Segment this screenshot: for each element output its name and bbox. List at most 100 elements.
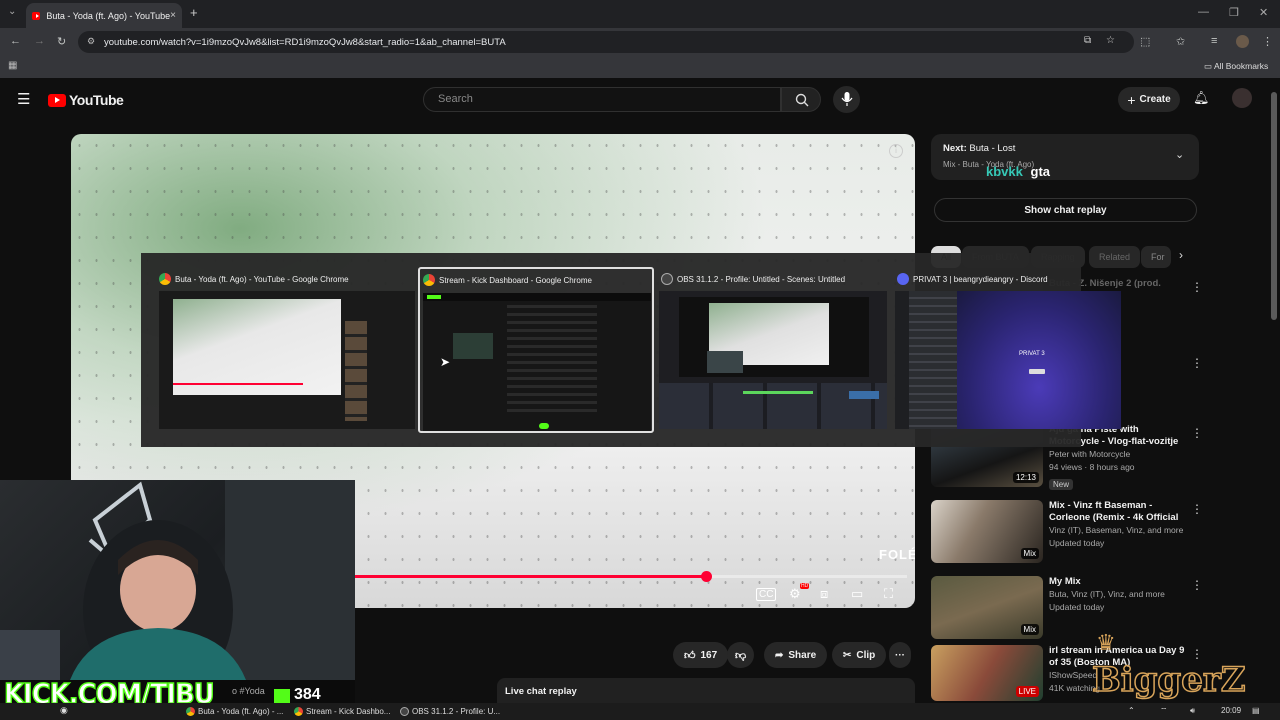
tab-close-icon[interactable]: × <box>170 10 176 21</box>
discord-taskbar-icon[interactable]: ◉ <box>60 705 68 716</box>
youtube-logo[interactable]: YouTube <box>48 92 124 108</box>
notifications-bell-icon[interactable]: 🔔︎ <box>1193 90 1210 106</box>
network-icon[interactable]: ⌔ <box>1160 706 1168 716</box>
search-button[interactable] <box>781 87 821 112</box>
plus-icon: + <box>1127 91 1136 108</box>
video-title: Mix - Vinz ft Baseman - Corleone (Remix … <box>1049 500 1179 523</box>
taskbar-item-label: Stream - Kick Dashbo... <box>306 707 391 716</box>
youtube-header: ☰ YouTube Search + Create 🔔︎ <box>0 80 1280 120</box>
settings-gear-icon[interactable]: ⚙ <box>789 586 801 602</box>
hamburger-menu-icon[interactable]: ☰ <box>17 90 30 108</box>
captions-icon[interactable]: CC <box>756 588 777 601</box>
webcam-scene <box>0 480 355 680</box>
switcher-window-obs[interactable]: OBS 31.1.2 - Profile: Untitled - Scenes:… <box>655 269 895 431</box>
more-options-icon[interactable]: ⋮ <box>1191 578 1203 592</box>
search-icon <box>795 93 809 107</box>
playlist-next-panel[interactable]: Next: Buta - Lost Mix - Buta - Yoda (ft.… <box>931 134 1199 180</box>
page-scrollbar[interactable] <box>1271 92 1277 320</box>
live-chat-replay-header[interactable]: Live chat replay <box>497 678 915 703</box>
chevron-down-icon[interactable]: ⌄ <box>1175 148 1184 161</box>
recommendation-item[interactable]: Mix My Mix Buta, Vinz (IT), Vinz, and mo… <box>931 576 1203 642</box>
taskbar-item-obs[interactable]: OBS 31.1.2 - Profile: U... <box>400 705 506 718</box>
maximize-icon[interactable]: ❐ <box>1229 6 1239 19</box>
volume-icon[interactable]: 🔊︎ <box>1190 706 1195 716</box>
taskbar-item-label: Buta - Yoda (ft. Ago) - ... <box>198 707 284 716</box>
switcher-window-title: OBS 31.1.2 - Profile: Untitled - Scenes:… <box>677 274 846 284</box>
thumbs-down-icon: 👎︎ <box>735 649 747 662</box>
address-bar[interactable]: ⚙ youtube.com/watch?v=1i9mzoQvJw8&list=R… <box>78 31 1134 53</box>
microphone-icon <box>841 92 853 106</box>
notification-center-icon[interactable]: ▤ <box>1252 706 1260 715</box>
minimize-icon[interactable]: — <box>1198 6 1209 18</box>
chip-related[interactable]: Related <box>1089 246 1141 268</box>
forward-icon[interactable]: → <box>34 35 45 47</box>
more-options-icon[interactable]: ⋮ <box>1191 502 1203 516</box>
streamer-webcam <box>0 480 355 680</box>
discord-channel-name: PRIVAT 3 <box>1019 351 1045 357</box>
video-channel: Vinz (IT), Baseman, Vinz, and more <box>1049 525 1184 535</box>
install-icon[interactable]: ⧉ <box>1084 35 1091 46</box>
miniplayer-icon[interactable]: ⧈ <box>820 586 828 602</box>
window-thumbnail <box>659 291 887 429</box>
info-icon[interactable]: i <box>889 144 903 158</box>
video-title: My Mix <box>1049 576 1081 587</box>
crown-icon: ♛ <box>1096 630 1116 655</box>
switcher-window-kick-dashboard[interactable]: Stream - Kick Dashboard - Google Chrome … <box>418 267 654 433</box>
more-options-icon[interactable]: ⋮ <box>1191 356 1203 370</box>
apps-grid-icon[interactable]: ▦ <box>8 60 17 71</box>
dislike-button[interactable]: 👎︎ <box>727 642 755 668</box>
window-close-icon[interactable]: ✕ <box>1259 6 1268 19</box>
discord-icon <box>897 273 909 285</box>
search-input[interactable]: Search <box>423 87 781 112</box>
chrome-menu-icon[interactable]: ⋮ <box>1262 35 1273 48</box>
create-button[interactable]: + Create <box>1118 87 1180 112</box>
media-controls-icon[interactable]: ≡ <box>1211 35 1217 47</box>
switcher-window-discord[interactable]: PRIVAT 3 | beangrydieangry - Discord PRI… <box>893 269 1121 431</box>
profile-avatar[interactable] <box>1236 35 1249 48</box>
all-bookmarks-folder[interactable]: ▭ All Bookmarks <box>1204 61 1268 72</box>
bookmarks-star-icon[interactable]: ✩ <box>1176 35 1185 48</box>
hd-badge: HD <box>800 583 810 589</box>
site-info-icon[interactable]: ⚙ <box>87 36 95 47</box>
chips-next-arrow-icon[interactable]: › <box>1179 248 1183 262</box>
more-options-icon[interactable]: ⋮ <box>1191 426 1203 440</box>
show-chat-replay-button[interactable]: Show chat replay <box>934 198 1197 222</box>
new-tab-button[interactable]: + <box>190 5 198 20</box>
overlay-chat-user: kbvkk <box>986 164 1023 179</box>
taskbar-item-kick-dashboard[interactable]: Stream - Kick Dashbo... <box>294 705 394 718</box>
clock-time[interactable]: 20:09 <box>1221 706 1241 715</box>
account-avatar[interactable] <box>1232 88 1252 108</box>
switcher-window-chrome-youtube[interactable]: Buta - Yoda (ft. Ago) - YouTube - Google… <box>141 269 417 431</box>
taskbar-item-chrome-youtube[interactable]: Buta - Yoda (ft. Ago) - ... <box>186 705 286 718</box>
window-thumbnail <box>423 293 651 431</box>
bookmark-star-icon[interactable]: ☆ <box>1106 35 1115 46</box>
more-options-icon[interactable]: ⋮ <box>1191 280 1203 294</box>
back-icon[interactable]: ← <box>10 35 21 47</box>
extensions-icon[interactable]: ⬚ <box>1140 35 1150 48</box>
theater-mode-icon[interactable]: ▭ <box>851 586 863 602</box>
tab-search-chevron-icon[interactable]: ⌄ <box>8 6 16 17</box>
video-watermark: FOLÉ <box>879 547 915 562</box>
switcher-window-title: Stream - Kick Dashboard - Google Chrome <box>439 275 592 285</box>
overlay-chat-message: gta <box>1030 164 1051 179</box>
voice-search-button[interactable] <box>833 86 860 113</box>
chrome-icon <box>294 707 303 716</box>
tab-youtube[interactable]: Buta - Yoda (ft. Ago) - YouTube × <box>26 3 182 28</box>
reload-icon[interactable]: ↻ <box>57 35 66 48</box>
fullscreen-icon[interactable]: ⛶ <box>884 586 893 602</box>
clip-button[interactable]: ✂ Clip <box>832 642 887 668</box>
chip-for-you[interactable]: For <box>1141 246 1171 268</box>
window-thumbnail: PRIVAT 3 <box>895 291 1121 429</box>
youtube-play-icon <box>48 93 66 107</box>
video-stats: Updated today <box>1049 538 1105 548</box>
tray-chevron-icon[interactable]: ⌃ <box>1128 706 1135 715</box>
more-actions-button[interactable]: ··· <box>889 642 911 668</box>
share-button[interactable]: ➦ Share <box>764 642 828 668</box>
more-options-icon[interactable]: ⋮ <box>1191 647 1203 661</box>
viewer-count: 384 <box>294 686 321 703</box>
like-button[interactable]: 👍︎ 167 <box>673 642 729 668</box>
recommendation-item[interactable]: Mix Mix - Vinz ft Baseman - Corleone (Re… <box>931 500 1203 566</box>
thumbs-up-icon: 👍︎ <box>684 649 696 662</box>
window-thumbnail <box>159 291 415 429</box>
live-badge: LIVE <box>1015 686 1039 697</box>
